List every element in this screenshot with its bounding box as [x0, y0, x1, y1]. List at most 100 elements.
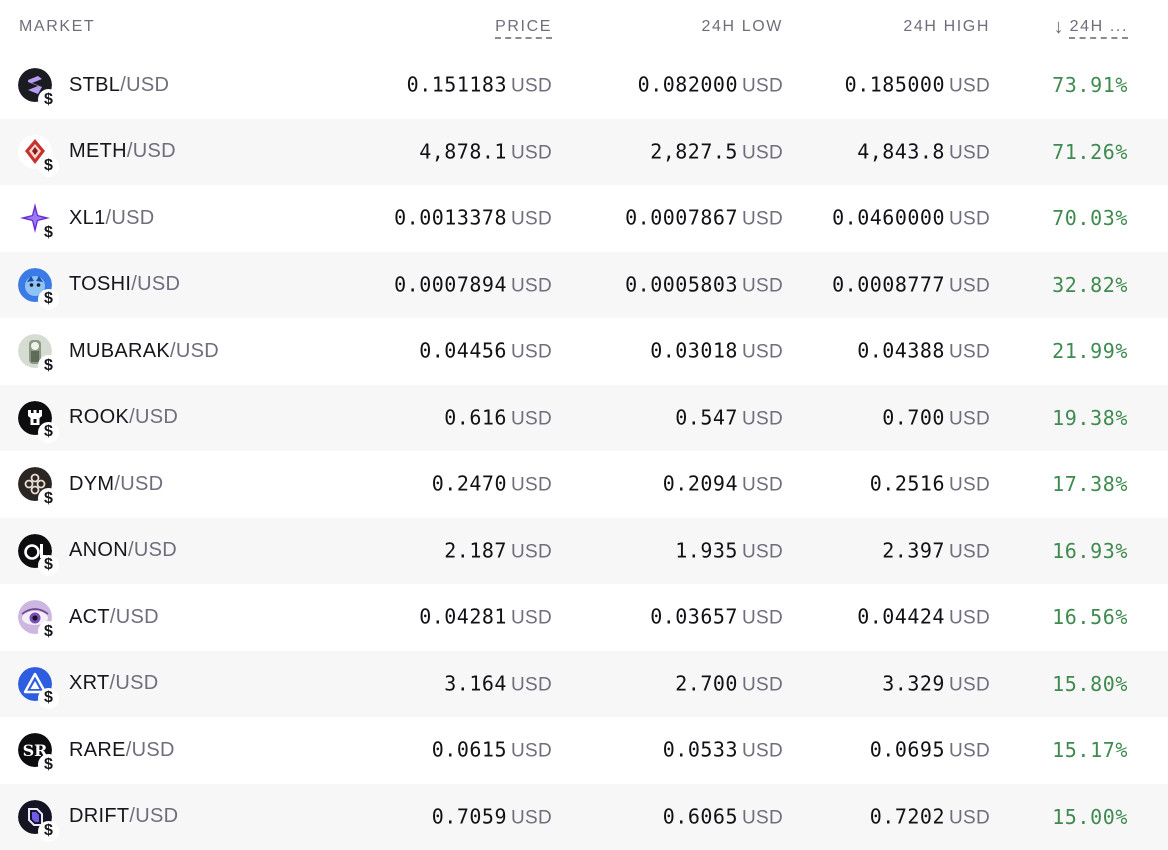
column-header-24h-change[interactable]: ↓ 24H ... — [1054, 18, 1128, 36]
column-header-24h-low[interactable]: 24H LOW — [702, 18, 783, 36]
quote-symbol: /USD — [110, 606, 159, 629]
price-cell: 0.0007894USD — [394, 272, 552, 297]
high-value: 0.700 — [882, 405, 945, 429]
high-unit: USD — [949, 608, 990, 629]
low-cell: 0.03018USD — [650, 339, 783, 364]
base-symbol: XL1 — [69, 207, 106, 230]
market-cell: $DRIFT/USD — [18, 800, 178, 834]
price-unit: USD — [511, 674, 552, 695]
low-unit: USD — [742, 608, 783, 629]
low-unit: USD — [742, 142, 783, 163]
high-unit: USD — [949, 741, 990, 762]
market-cell: $ACT/USD — [18, 600, 159, 634]
high-value: 3.329 — [882, 671, 945, 695]
price-value: 3.164 — [444, 671, 507, 695]
low-cell: 2.700USD — [675, 671, 783, 696]
quote-symbol: /USD — [120, 74, 169, 97]
low-value: 0.547 — [675, 405, 738, 429]
low-unit: USD — [742, 275, 783, 296]
market-cell: $DYM/USD — [18, 467, 163, 501]
base-symbol: MUBARAK — [69, 340, 170, 363]
price-unit: USD — [511, 741, 552, 762]
low-unit: USD — [742, 209, 783, 230]
change-value: 15.80% — [1052, 672, 1128, 696]
low-value: 2.700 — [675, 671, 738, 695]
price-unit: USD — [511, 76, 552, 97]
table-row[interactable]: $STBL/USD 0.151183USD 0.082000USD 0.185000U… — [0, 52, 1168, 119]
quote-symbol: /USD — [114, 473, 163, 496]
low-cell: 1.935USD — [675, 538, 783, 563]
low-value: 0.0533 — [663, 738, 738, 762]
high-cell: 4,843.8USD — [857, 139, 990, 164]
high-unit: USD — [949, 475, 990, 496]
market-cell: $METH/USD — [18, 135, 176, 169]
market-cell: $STBL/USD — [18, 68, 169, 102]
high-cell: 0.185000USD — [845, 73, 990, 98]
price-cell: 0.04281USD — [419, 605, 552, 630]
table-row[interactable]: $XRT/USD3.164USD2.700USD3.329USD15.80% — [0, 651, 1168, 718]
price-unit: USD — [511, 209, 552, 230]
high-value: 0.2516 — [870, 472, 945, 496]
column-header-24h-high[interactable]: 24H HIGH — [903, 18, 990, 36]
market-cell: SR$RARE/USD — [18, 733, 175, 767]
high-cell: 0.04388USD — [857, 339, 990, 364]
table-row[interactable]: $ANON/USD2.187USD1.935USD2.397USD16.93% — [0, 518, 1168, 585]
market-cell: $TOSHI/USD — [18, 268, 180, 302]
low-cell: 0.082000USD — [638, 73, 783, 98]
usd-badge-icon: $ — [38, 754, 59, 775]
anon-icon: $ — [18, 534, 52, 568]
high-unit: USD — [949, 541, 990, 562]
table-row[interactable]: $DYM/USD0.2470USD0.2094USD0.2516USD17.38… — [0, 451, 1168, 518]
price-value: 2.187 — [444, 538, 507, 562]
table-row[interactable]: $ACT/USD0.04281USD0.03657USD0.04424USD16… — [0, 584, 1168, 651]
market-cell: $MUBARAK/USD — [18, 334, 219, 368]
price-cell: 0.151183USD — [407, 73, 552, 98]
price-cell: 2.187USD — [444, 538, 552, 563]
high-cell: 2.397USD — [882, 538, 990, 563]
rook-icon: $ — [18, 401, 52, 435]
low-cell: 0.0007867USD — [625, 206, 783, 231]
table-row[interactable]: $METH/USD4,878.1USD2,827.5USD4,843.8USD7… — [0, 119, 1168, 186]
low-value: 1.935 — [675, 538, 738, 562]
base-symbol: ANON — [69, 539, 128, 562]
high-value: 0.04388 — [857, 339, 945, 363]
price-unit: USD — [511, 142, 552, 163]
usd-badge-icon: $ — [38, 355, 59, 376]
change-value: 16.56% — [1052, 605, 1128, 629]
base-symbol: DRIFT — [69, 805, 129, 828]
toshi-icon: $ — [18, 268, 52, 302]
price-cell: 4,878.1USD — [419, 139, 552, 164]
price-value: 0.0013378 — [394, 206, 507, 230]
market-cell: $ XL1/USD — [18, 201, 154, 235]
low-unit: USD — [742, 342, 783, 363]
high-cell: 0.0695USD — [870, 738, 990, 763]
table-row[interactable]: $XL1/USD0.0013378USD0.0007867USD0.046000… — [0, 185, 1168, 252]
low-value: 0.03657 — [650, 605, 738, 629]
table-row[interactable]: $MUBARAK/USD0.04456USD0.03018USD0.04388U… — [0, 318, 1168, 385]
quote-symbol: /USD — [106, 207, 155, 230]
price-unit: USD — [511, 541, 552, 562]
low-value: 0.0007867 — [625, 206, 738, 230]
column-header-price[interactable]: PRICE — [495, 18, 552, 36]
low-cell: 2,827.5USD — [650, 139, 783, 164]
high-unit: USD — [949, 342, 990, 363]
price-cell: 0.04456USD — [419, 339, 552, 364]
table-row[interactable]: $ROOK/USD0.616USD0.547USD0.700USD19.38% — [0, 385, 1168, 452]
meth-icon: $ — [18, 135, 52, 169]
table-row[interactable]: $DRIFT/USD0.7059USD0.6065USD0.7202USD15.… — [0, 784, 1168, 850]
table-row[interactable]: $TOSHI/USD0.0007894USD0.0005803USD0.0008… — [0, 252, 1168, 319]
xl1-icon: $ — [18, 201, 52, 235]
high-unit: USD — [949, 674, 990, 695]
price-value: 4,878.1 — [419, 139, 507, 163]
usd-badge-icon: $ — [38, 156, 59, 177]
price-cell: 0.0013378USD — [394, 206, 552, 231]
high-cell: 0.04424USD — [857, 605, 990, 630]
usd-badge-icon: $ — [38, 555, 59, 576]
price-unit: USD — [511, 275, 552, 296]
price-unit: USD — [511, 342, 552, 363]
low-value: 0.0005803 — [625, 272, 738, 296]
quote-symbol: /USD — [170, 340, 219, 363]
usd-badge-icon: $ — [38, 222, 59, 243]
table-row[interactable]: SR$RARE/USD0.0615USD0.0533USD0.0695USD15… — [0, 717, 1168, 784]
dym-icon: $ — [18, 467, 52, 501]
